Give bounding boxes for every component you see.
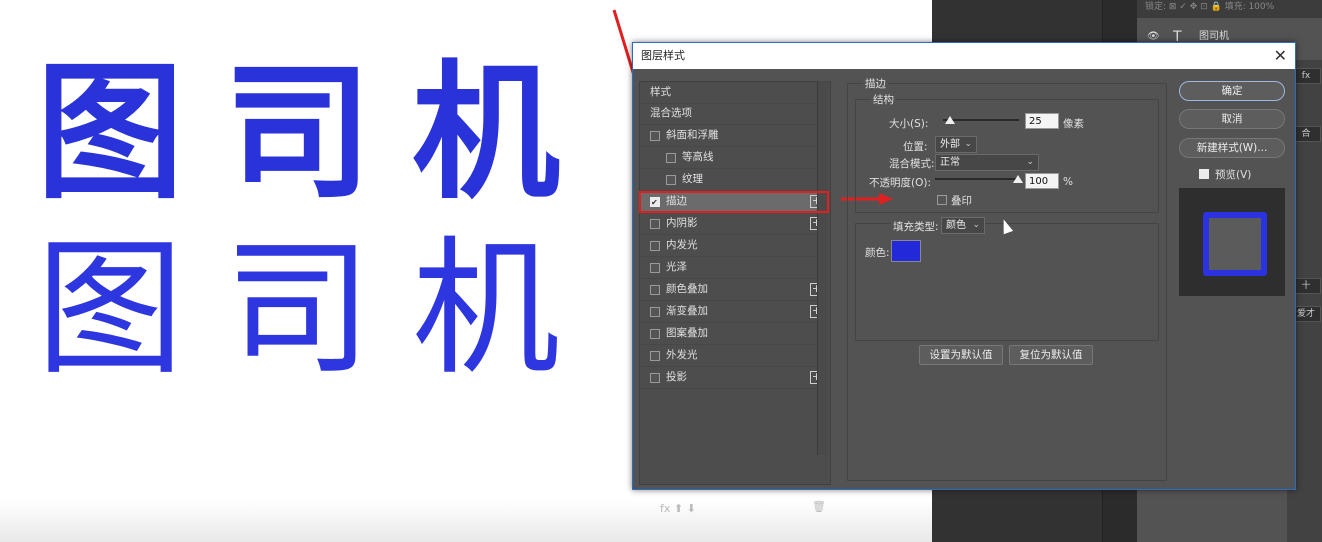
canvas-text-thin: 图司机 (36, 223, 600, 395)
checkbox[interactable] (650, 329, 660, 339)
checkbox[interactable] (666, 153, 676, 163)
fill-type-select[interactable]: 颜色 ⌄ (941, 217, 985, 234)
style-list: 样式 混合选项 斜面和浮雕 等高线 纹理 描边 + 内阴影 + 内发 (639, 81, 831, 515)
opacity-label: 不透明度(O): (869, 177, 931, 189)
size-input[interactable]: 25 (1025, 113, 1059, 129)
style-item-contour[interactable]: 等高线 (640, 147, 820, 169)
blend-mode-value: 正常 (940, 157, 960, 168)
overprint-label: 叠印 (951, 195, 972, 207)
checkbox[interactable] (650, 285, 660, 295)
position-label: 位置: (903, 141, 928, 153)
style-header-label: 样式 (650, 86, 671, 98)
style-item-blending[interactable]: 混合选项 (640, 103, 820, 125)
chevron-down-icon: ⌄ (964, 139, 972, 149)
style-item-inner-glow[interactable]: 内发光 (640, 235, 820, 257)
style-item-pattern-overlay[interactable]: 图案叠加 (640, 323, 820, 345)
style-item-label: 混合选项 (650, 107, 692, 119)
blend-mode-label: 混合模式: (889, 158, 935, 170)
layers-lock-bar: 锁定: ⊠ ✓ ✥ ⊡ 🔒 填充: 100% (1137, 0, 1322, 18)
fill-type-label: 填充类型: (891, 219, 941, 234)
size-label: 大小(S): (889, 118, 929, 130)
highlight-box (639, 191, 829, 213)
style-item-label: 内阴影 (666, 217, 698, 229)
fill-type-value: 颜色 (946, 220, 966, 231)
style-item-label: 图案叠加 (666, 327, 708, 339)
chevron-down-icon: ⌄ (972, 220, 980, 230)
style-item-outer-glow[interactable]: 外发光 (640, 345, 820, 367)
position-value: 外部 (940, 139, 960, 150)
checkbox[interactable] (650, 241, 660, 251)
reset-default-button[interactable]: 复位为默认值 (1009, 345, 1093, 365)
fx-toolbar[interactable]: fx ⬆ ⬇ (660, 502, 696, 515)
new-style-button[interactable]: 新建样式(W)... (1179, 138, 1285, 158)
color-swatch[interactable] (891, 240, 921, 262)
size-unit: 像素 (1063, 118, 1084, 130)
checkbox[interactable] (650, 219, 660, 229)
dialog-title: 图层样式 (633, 43, 1295, 69)
style-item-satin[interactable]: 光泽 (640, 257, 820, 279)
style-item-texture[interactable]: 纹理 (640, 169, 820, 191)
checkbox[interactable] (650, 351, 660, 361)
position-select[interactable]: 外部 ⌄ (935, 136, 977, 153)
style-item-gradient-overlay[interactable]: 渐变叠加 + (640, 301, 823, 323)
opacity-input[interactable]: 100 (1025, 173, 1059, 189)
structure-title: 结构 (871, 92, 896, 107)
preview-label: 预览(V) (1215, 169, 1252, 181)
overprint-checkbox[interactable] (937, 195, 947, 205)
style-item-inner-shadow[interactable]: 内阴影 + (640, 213, 823, 235)
preview-square (1203, 212, 1267, 276)
style-preview (1179, 188, 1285, 296)
style-item-bevel[interactable]: 斜面和浮雕 (640, 125, 820, 147)
stroke-section-title: 描边 (863, 76, 888, 91)
style-item-color-overlay[interactable]: 颜色叠加 + (640, 279, 823, 301)
color-label: 颜色: (865, 247, 890, 259)
list-scrollbar[interactable] (817, 81, 828, 455)
opacity-slider-knob[interactable] (1013, 175, 1023, 183)
blend-mode-select[interactable]: 正常 ⌄ (935, 154, 1039, 171)
style-item-label: 外发光 (666, 349, 698, 361)
style-item-label: 光泽 (666, 261, 687, 273)
style-list-header[interactable]: 样式 (640, 82, 820, 104)
checkbox[interactable] (666, 175, 676, 185)
style-item-label: 斜面和浮雕 (666, 129, 719, 141)
ok-button[interactable]: 确定 (1179, 81, 1285, 101)
set-default-button[interactable]: 设置为默认值 (919, 345, 1003, 365)
opacity-slider[interactable] (935, 178, 1019, 180)
trash-icon[interactable]: 🗑 (812, 500, 826, 513)
checkbox[interactable] (650, 131, 660, 141)
style-item-label: 纹理 (682, 173, 703, 185)
style-item-label: 投影 (666, 371, 687, 383)
canvas-bottom-edge (0, 500, 932, 542)
chevron-down-icon: ⌄ (1026, 157, 1034, 167)
style-item-label: 内发光 (666, 239, 698, 251)
close-icon[interactable]: ✕ (1274, 43, 1287, 69)
preview-checkbox[interactable] (1199, 169, 1209, 179)
style-item-drop-shadow[interactable]: 投影 + (640, 367, 823, 389)
layer-style-dialog: 图层样式 ✕ 样式 混合选项 斜面和浮雕 等高线 纹理 描边 + 内阴影 (632, 42, 1296, 515)
checkbox[interactable] (650, 373, 660, 383)
style-item-label: 颜色叠加 (666, 283, 708, 295)
style-item-label: 等高线 (682, 151, 714, 163)
opacity-unit: % (1063, 176, 1073, 188)
checkbox[interactable] (650, 263, 660, 273)
cancel-button[interactable]: 取消 (1179, 109, 1285, 129)
checkbox[interactable] (650, 307, 660, 317)
style-item-label: 渐变叠加 (666, 305, 708, 317)
size-slider-knob[interactable] (945, 116, 955, 124)
